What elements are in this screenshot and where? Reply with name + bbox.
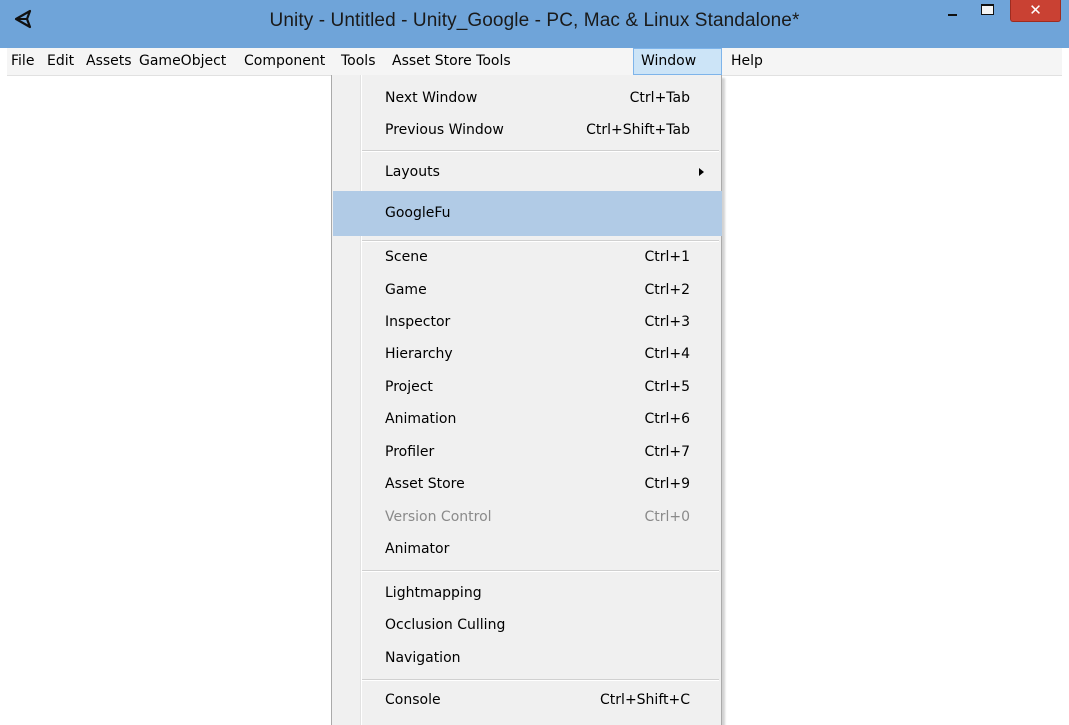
menu-item-shortcut: Ctrl+7 [644,444,690,460]
menu-item-asset-store[interactable]: Asset Store Ctrl+9 [333,468,722,500]
menu-item-label: Version Control [385,509,492,525]
menu-item-label: Profiler [385,444,435,460]
menu-item-shortcut: Ctrl+3 [644,314,690,330]
menu-item-label: Console [385,692,441,708]
maximize-button[interactable] [972,0,1004,30]
menu-item-lightmapping[interactable]: Lightmapping [333,577,722,609]
menu-item-label: Next Window [385,90,478,106]
menu-item-next-window[interactable]: Next Window Ctrl+Tab [333,82,722,114]
menu-item-label: Navigation [385,650,461,666]
close-button[interactable]: ✕ [1010,0,1061,22]
menu-item-project[interactable]: Project Ctrl+5 [333,371,722,403]
menu-item-label: Asset Store [385,476,465,492]
menu-item-label: Scene [385,249,428,265]
menu-item-label: Game [385,282,427,298]
menu-item-label: GoogleFu [385,205,451,221]
close-icon: ✕ [1029,1,1042,19]
submenu-arrow-icon [699,168,704,176]
menu-item-shortcut: Ctrl+Shift+C [600,692,690,708]
menu-item-animation[interactable]: Animation Ctrl+6 [333,403,722,435]
menu-window[interactable]: Window [633,48,722,75]
menu-item-previous-window[interactable]: Previous Window Ctrl+Shift+Tab [333,114,722,146]
menu-bar: File Edit Assets GameObject Component To… [7,48,1062,76]
menu-item-inspector[interactable]: Inspector Ctrl+3 [333,306,722,338]
menu-item-label: Previous Window [385,122,504,138]
window-title: Unity - Untitled - Unity_Google - PC, Ma… [269,10,800,31]
title-bar[interactable]: Unity - Untitled - Unity_Google - PC, Ma… [0,0,1069,48]
menu-item-label: Animation [385,411,457,427]
menu-item-hierarchy[interactable]: Hierarchy Ctrl+4 [333,338,722,370]
window-menu-dropdown: Next Window Ctrl+Tab Previous Window Ctr… [331,75,722,725]
menu-item-console[interactable]: Console Ctrl+Shift+C [333,684,722,716]
menu-item-shortcut: Ctrl+1 [644,249,690,265]
menu-item-shortcut: Ctrl+Shift+Tab [586,122,690,138]
menu-item-game[interactable]: Game Ctrl+2 [333,274,722,306]
menu-item-shortcut: Ctrl+Tab [629,90,690,106]
menu-tools[interactable]: Tools [341,48,376,75]
menu-asset-store-tools[interactable]: Asset Store Tools [392,48,511,75]
menu-help[interactable]: Help [731,48,763,75]
menu-item-shortcut: Ctrl+5 [644,379,690,395]
menu-item-layouts[interactable]: Layouts [333,156,722,188]
menu-item-shortcut: Ctrl+9 [644,476,690,492]
menu-separator [362,150,719,152]
menu-item-shortcut: Ctrl+6 [644,411,690,427]
menu-item-shortcut: Ctrl+4 [644,346,690,362]
menu-item-label: Animator [385,541,450,557]
menu-item-label: Hierarchy [385,346,453,362]
menu-item-occlusion-culling[interactable]: Occlusion Culling [333,609,722,641]
menu-component[interactable]: Component [244,48,325,75]
menu-gameobject[interactable]: GameObject [139,48,226,75]
menu-item-label: Layouts [385,164,440,180]
menu-file[interactable]: File [11,48,34,75]
menu-item-animator[interactable]: Animator [333,533,722,565]
menu-edit[interactable]: Edit [47,48,74,75]
menu-assets[interactable]: Assets [86,48,132,75]
menu-separator [362,679,719,681]
menu-item-shortcut: Ctrl+0 [644,509,690,525]
menu-item-googlefu[interactable]: GoogleFu [333,191,722,236]
menu-item-label: Occlusion Culling [385,617,506,633]
menu-item-scene[interactable]: Scene Ctrl+1 [333,241,722,273]
menu-item-version-control: Version Control Ctrl+0 [333,501,722,533]
menu-item-navigation[interactable]: Navigation [333,642,722,674]
menu-item-shortcut: Ctrl+2 [644,282,690,298]
menu-item-label: Lightmapping [385,585,482,601]
menu-item-label: Project [385,379,433,395]
menu-separator [362,570,719,572]
menu-item-label: Inspector [385,314,451,330]
menu-item-profiler[interactable]: Profiler Ctrl+7 [333,436,722,468]
minimize-button[interactable] [937,0,969,30]
